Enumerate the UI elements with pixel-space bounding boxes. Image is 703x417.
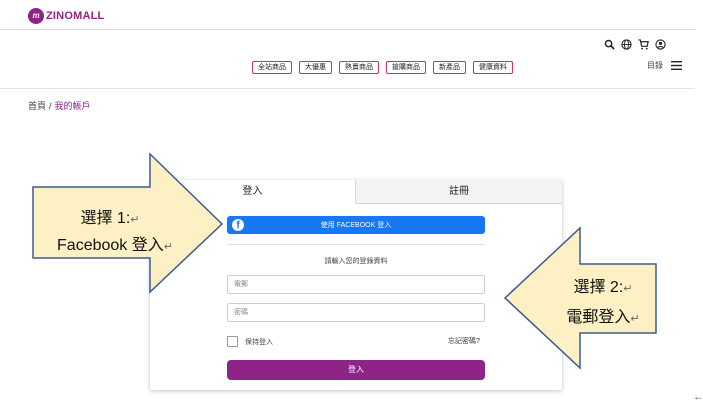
callout-left-text1: 選擇 1: [80,210,131,227]
callout-right-text1: 選擇 2: [573,279,624,296]
return-mark: ↵ [163,241,173,253]
callout-left-line2: Facebook 登入↵ [40,231,190,255]
return-mark: ↵ [630,313,640,325]
callout-left-text2: Facebook 登入 [57,237,164,254]
callout-left-line1: 選擇 1:↵ [40,204,180,228]
back-arrow-icon[interactable]: ← [693,391,703,403]
return-mark: ↵ [130,214,140,226]
return-mark: ↵ [623,283,633,295]
callout-right-line1: 選擇 2:↵ [548,273,658,297]
callout-right-line2: 電郵登入↵ [548,303,658,327]
callout-right-text2: 電郵登入 [566,309,631,326]
